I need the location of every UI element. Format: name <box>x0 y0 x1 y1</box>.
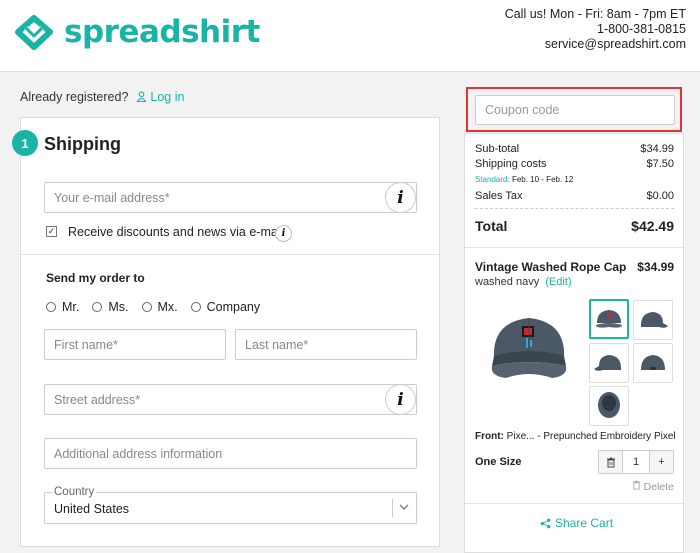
share-cart-button[interactable]: Share Cart <box>540 516 613 530</box>
login-prompt-text: Already registered? <box>20 90 129 104</box>
thumbnail-back[interactable] <box>633 343 673 383</box>
thumbnail-left[interactable] <box>589 343 629 383</box>
delete-button[interactable]: Delete <box>632 480 674 493</box>
sales-tax-row: Sales Tax $0.00 <box>475 190 674 202</box>
product-color-name: washed navy <box>475 276 540 288</box>
thumbnail-front[interactable] <box>589 299 629 339</box>
cap-back-thumbnail <box>641 355 665 370</box>
cap-inside-thumbnail <box>598 392 620 418</box>
front-text: Pixe... - Prepunched Embroidery Pixel <box>506 431 676 442</box>
shipping-method: Standard: <box>475 175 510 184</box>
contact-email[interactable]: service@spreadshirt.com <box>505 37 686 52</box>
country-value[interactable]: United States <box>54 502 129 516</box>
radio-company-label: Company <box>206 300 261 314</box>
site-header: spreadshirt Call us! Mon - Fri: 8am - 7p… <box>0 0 700 72</box>
logo-heart-icon <box>15 15 53 50</box>
shipping-cost-value: $7.50 <box>646 158 674 170</box>
shipping-cost-row: Shipping costs $7.50 <box>475 158 674 170</box>
shipping-title: Shipping <box>44 134 121 154</box>
radio-circle-icon <box>92 302 103 312</box>
front-label: Front: <box>475 431 504 442</box>
shipping-cost-label: Shipping costs <box>475 158 547 170</box>
total-value: $42.49 <box>631 218 674 234</box>
newsletter-checkbox[interactable]: ✓ <box>46 226 57 237</box>
radio-company[interactable]: Company <box>190 300 261 314</box>
trash-icon <box>606 457 615 467</box>
radio-circle-icon <box>46 302 56 312</box>
contact-info: Call us! Mon - Fri: 8am - 7pm ET 1-800-3… <box>505 7 686 52</box>
quantity-value[interactable]: 1 <box>622 451 650 473</box>
product-color: washed navy (Edit) <box>475 276 572 288</box>
shipping-estimate: Standard: Feb. 10 - Feb. 12 <box>475 175 573 184</box>
send-order-title: Send my order to <box>46 271 145 285</box>
spreadshirt-logo[interactable]: spreadshirt <box>14 14 260 50</box>
email-info-icon[interactable]: i <box>385 182 416 213</box>
edit-link[interactable]: (Edit) <box>545 276 571 288</box>
first-name-field[interactable]: First name* <box>44 329 226 360</box>
street-address-field[interactable]: Street address* <box>44 384 417 415</box>
product-divider <box>465 247 683 248</box>
summary-divider <box>465 133 683 134</box>
decrease-quantity-button[interactable] <box>599 451 622 473</box>
share-cart-label: Share Cart <box>555 516 614 530</box>
section-divider <box>21 254 439 255</box>
step-number-badge: 1 <box>12 130 38 156</box>
newsletter-label[interactable]: Receive discounts and news via e-mail <box>68 225 283 239</box>
total-label: Total <box>475 218 508 234</box>
trash-icon <box>632 480 640 490</box>
radio-ms-label: Ms. <box>108 300 129 314</box>
login-link[interactable]: Log in <box>136 90 185 104</box>
user-icon <box>136 91 147 103</box>
print-description: Front: Pixe... - Prepunched Embroidery P… <box>475 431 676 442</box>
country-label: Country <box>52 486 97 498</box>
contact-hours: Call us! Mon - Fri: 8am - 7pm ET <box>504 7 686 21</box>
radio-ms[interactable]: Ms. <box>92 300 129 314</box>
select-divider <box>392 499 393 517</box>
increase-quantity-button[interactable]: + <box>650 451 673 473</box>
thumbnail-side[interactable] <box>633 300 673 340</box>
thumbnail-inside[interactable] <box>589 386 629 426</box>
shipping-dates: Feb. 10 - Feb. 12 <box>511 175 574 184</box>
cap-side-thumbnail <box>641 312 668 328</box>
radio-mr[interactable]: Mr. <box>46 300 79 314</box>
product-size: One Size <box>475 456 522 468</box>
quantity-stepper: 1 + <box>598 450 674 474</box>
coupon-code-input[interactable]: Coupon code <box>475 95 675 125</box>
newsletter-info-icon[interactable]: i <box>275 225 292 242</box>
radio-circle-icon <box>190 302 201 312</box>
additional-address-field[interactable]: Additional address information <box>44 438 417 469</box>
email-field[interactable]: Your e-mail address* <box>44 182 417 213</box>
last-name-field[interactable]: Last name* <box>235 329 417 360</box>
total-row: Total $42.49 <box>475 218 674 234</box>
street-info-icon[interactable]: i <box>385 384 416 415</box>
login-link-label: Log in <box>150 90 185 104</box>
radio-mx[interactable]: Mx. <box>141 300 178 314</box>
subtotal-label: Sub-total <box>475 143 520 155</box>
share-divider <box>465 503 683 504</box>
radio-circle-icon <box>141 302 152 312</box>
login-prompt: Already registered? Log in <box>20 90 184 104</box>
chevron-down-icon[interactable] <box>398 501 410 513</box>
contact-phone[interactable]: 1-800-381-0815 <box>505 22 686 37</box>
radio-mx-label: Mx. <box>157 300 178 314</box>
salutation-radio-group: Mr. Ms. Mx. Company <box>46 300 260 314</box>
total-divider <box>475 208 674 209</box>
subtotal-row: Sub-total $34.99 <box>475 143 674 155</box>
product-name[interactable]: Vintage Washed Rope Cap <box>475 260 626 274</box>
sales-tax-value: $0.00 <box>646 190 674 202</box>
subtotal-value: $34.99 <box>640 143 674 155</box>
radio-mr-label: Mr. <box>62 300 80 314</box>
logo-text: spreadshirt <box>64 14 260 50</box>
delete-label: Delete <box>643 481 674 493</box>
product-price: $34.99 <box>637 260 674 274</box>
product-image[interactable] <box>486 300 572 388</box>
share-icon <box>540 518 551 528</box>
cap-front-thumbnail <box>596 310 622 328</box>
cap-left-thumbnail <box>594 355 621 371</box>
sales-tax-label: Sales Tax <box>475 190 523 202</box>
